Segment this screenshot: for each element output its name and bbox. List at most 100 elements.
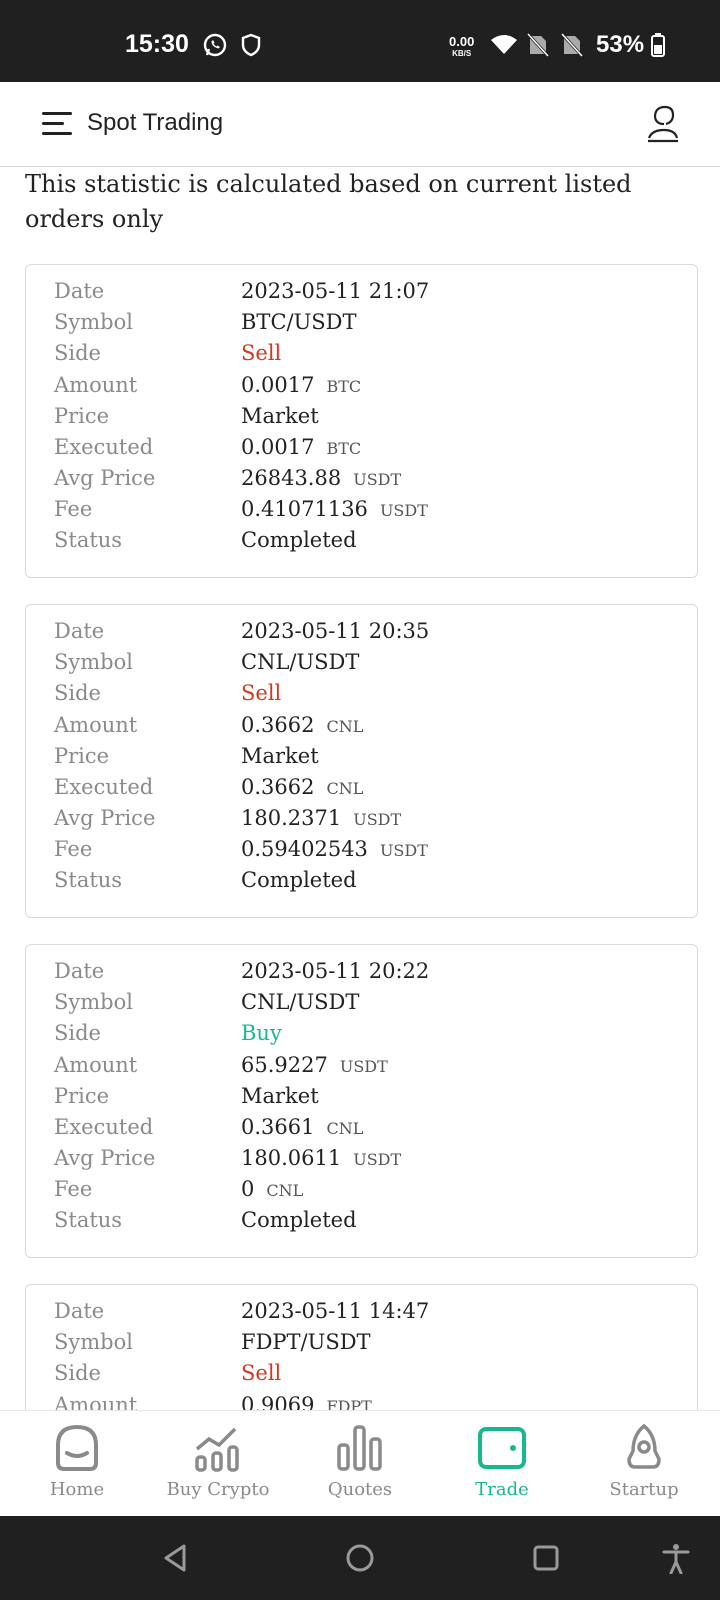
symbol-label: Symbol xyxy=(54,1330,133,1354)
avg-price-label: Avg Price xyxy=(54,806,156,830)
amount-label: Amount xyxy=(54,1053,138,1077)
amount-unit: FDPT xyxy=(326,1397,372,1410)
executed-unit: CNL xyxy=(326,1119,364,1138)
date-value: 2023-05-11 14:47 xyxy=(241,1299,430,1323)
avg-price-value: 26843.88 xyxy=(241,466,342,490)
fee-label: Fee xyxy=(54,1177,93,1201)
no-sim-icon xyxy=(561,32,583,58)
date-label: Date xyxy=(54,619,105,643)
avg-price-unit: USDT xyxy=(353,1150,402,1169)
executed-value: 0.3662 xyxy=(241,775,315,799)
amount-unit: USDT xyxy=(339,1057,388,1076)
date-label: Date xyxy=(54,279,105,303)
avg-price-value: 180.0611 xyxy=(241,1146,342,1170)
wifi-icon xyxy=(491,35,517,54)
nav-quotes-label: Quotes xyxy=(327,1479,393,1500)
app-header: Spot Trading xyxy=(0,82,720,167)
status-value: Completed xyxy=(241,528,357,552)
fee-unit: USDT xyxy=(379,501,428,520)
date-value: 2023-05-11 20:22 xyxy=(241,959,430,983)
price-value: Market xyxy=(241,744,319,768)
amount-label: Amount xyxy=(54,373,138,397)
side-label: Side xyxy=(54,681,101,705)
status-value: Completed xyxy=(241,1208,357,1232)
shield-icon xyxy=(241,33,261,57)
statistic-note: This statistic is calculated based on cu… xyxy=(25,170,632,233)
executed-value: 0.3661 xyxy=(241,1115,315,1139)
side-value: Buy xyxy=(241,1021,282,1045)
order-card[interactable]: Date 2023-05-11 20:35 Symbol CNL/USDT Side… xyxy=(25,604,698,918)
bar-chart-icon xyxy=(337,1425,382,1471)
status-label: Status xyxy=(54,1208,123,1232)
menu-icon[interactable] xyxy=(42,110,74,138)
battery-percent: 53% xyxy=(596,31,645,58)
back-icon[interactable] xyxy=(160,1542,192,1574)
date-value: 2023-05-11 20:35 xyxy=(241,619,430,643)
amount-unit: BTC xyxy=(326,377,362,396)
home-circle-icon[interactable] xyxy=(344,1542,376,1574)
symbol-label: Symbol xyxy=(54,650,133,674)
rocket-icon xyxy=(627,1423,661,1469)
recents-icon[interactable] xyxy=(530,1542,562,1574)
symbol-value: FDPT/USDT xyxy=(241,1330,371,1354)
status-label: Status xyxy=(54,868,123,892)
nav-startup-label: Startup xyxy=(609,1479,679,1500)
date-label: Date xyxy=(54,1299,105,1323)
symbol-label: Symbol xyxy=(54,990,133,1014)
side-value: Sell xyxy=(241,1361,282,1385)
fee-value: 0.41071136 xyxy=(241,497,368,521)
symbol-value: CNL/USDT xyxy=(241,650,360,674)
nav-buy-crypto[interactable]: Buy Crypto xyxy=(146,1411,290,1517)
amount-value: 0.3662 xyxy=(241,713,315,737)
price-label: Price xyxy=(54,744,110,768)
nav-home[interactable]: Home xyxy=(5,1411,149,1517)
date-label: Date xyxy=(54,959,105,983)
avg-price-unit: USDT xyxy=(353,470,402,489)
avg-price-value: 180.2371 xyxy=(241,806,342,830)
price-label: Price xyxy=(54,404,110,428)
symbol-label: Symbol xyxy=(54,310,133,334)
side-value: Sell xyxy=(241,341,282,365)
price-value: Market xyxy=(241,404,319,428)
executed-unit: BTC xyxy=(326,439,362,458)
fee-unit: USDT xyxy=(379,841,428,860)
avg-price-unit: USDT xyxy=(353,810,402,829)
symbol-value: CNL/USDT xyxy=(241,990,360,1014)
order-card[interactable]: Date 2023-05-11 21:07 Symbol BTC/USDT Side… xyxy=(25,264,698,578)
amount-value: 0.0017 xyxy=(241,373,315,397)
avg-price-label: Avg Price xyxy=(54,466,156,490)
network-speed: 0.00 KB/S xyxy=(449,34,475,60)
avg-price-label: Avg Price xyxy=(54,1146,156,1170)
fee-label: Fee xyxy=(54,837,93,861)
order-card[interactable]: Date 2023-05-11 20:22 Symbol CNL/USDT Side… xyxy=(25,944,698,1258)
network-speed-value: 0.00 xyxy=(449,34,475,49)
page-title: Spot Trading xyxy=(87,109,224,136)
user-icon[interactable] xyxy=(646,104,680,144)
system-nav-bar xyxy=(0,1516,720,1600)
chart-growth-icon xyxy=(195,1427,239,1472)
symbol-value: BTC/USDT xyxy=(241,310,357,334)
home-icon xyxy=(56,1424,98,1471)
order-list[interactable]: This statistic is calculated based on cu… xyxy=(0,167,720,1410)
price-value: Market xyxy=(241,1084,319,1108)
executed-label: Executed xyxy=(54,1115,154,1139)
status-value: Completed xyxy=(241,868,357,892)
executed-label: Executed xyxy=(54,435,154,459)
amount-label: Amount xyxy=(54,713,138,737)
status-time: 15:30 xyxy=(125,30,189,58)
nav-trade[interactable]: Trade xyxy=(430,1411,574,1517)
amount-value: 0.9069 xyxy=(241,1393,315,1410)
executed-unit: CNL xyxy=(326,779,364,798)
bottom-nav: Home Buy Crypto Quotes Trade Startup xyxy=(0,1410,720,1516)
executed-label: Executed xyxy=(54,775,154,799)
nav-startup[interactable]: Startup xyxy=(572,1411,716,1517)
wallet-icon xyxy=(478,1427,526,1469)
order-card[interactable]: Date 2023-05-11 14:47 Symbol FDPT/USDT Sid… xyxy=(25,1284,698,1410)
date-value: 2023-05-11 21:07 xyxy=(241,279,430,303)
accessibility-icon[interactable] xyxy=(660,1542,692,1574)
side-value: Sell xyxy=(241,681,282,705)
fee-label: Fee xyxy=(54,497,93,521)
amount-unit: CNL xyxy=(326,717,364,736)
nav-quotes[interactable]: Quotes xyxy=(288,1411,432,1517)
side-label: Side xyxy=(54,1361,101,1385)
